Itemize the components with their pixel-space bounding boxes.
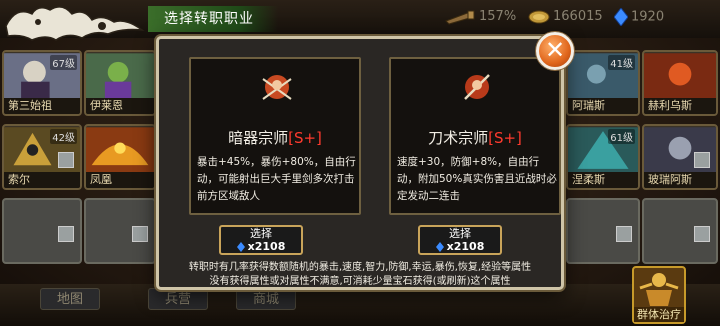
- job-rank: [S+]: [488, 129, 522, 147]
- hero-level: 42级: [50, 129, 77, 144]
- resource-gold: 166015: [528, 8, 603, 26]
- hero-card[interactable]: 41级 阿瑞斯: [566, 50, 640, 116]
- hero-card[interactable]: 61级 涅柔斯: [566, 124, 640, 190]
- job-title: 暗器宗师[S+]: [191, 127, 359, 148]
- resource-value: 1920: [631, 9, 665, 25]
- blue-gem-icon: [236, 242, 245, 252]
- telescope-icon: [445, 10, 475, 25]
- nav-barracks-button[interactable]: 兵营: [148, 288, 208, 310]
- hero-name: 索尔: [4, 172, 80, 188]
- equip-slot-icon: [694, 152, 710, 168]
- select-job-button[interactable]: 选择 x2108: [219, 225, 303, 255]
- job-change-note: 转职时有几率获得数额随机的暴击,速度,智力,防御,幸运,暴伤,恢复,经验等属性 …: [159, 261, 561, 289]
- page-title: 选择转职职业: [148, 6, 278, 32]
- resource-value: 166015: [553, 9, 603, 24]
- heal-totem-icon: [639, 273, 679, 306]
- group-heal-label: 群体治疗: [634, 307, 684, 322]
- empty-slot-icon: [616, 226, 632, 242]
- hero-card[interactable]: 伊莱恩: [84, 50, 156, 116]
- job-name: 刀术宗师: [428, 129, 489, 147]
- empty-hero-slot[interactable]: [642, 198, 718, 264]
- empty-hero-slot[interactable]: [2, 198, 82, 264]
- hero-card[interactable]: 赫利乌斯: [642, 50, 718, 116]
- job-change-dialog: 暗器宗师[S+] 暴击+45%，暴伤+80%，自由行动，可能射出巨大手里剑多次打…: [156, 36, 564, 290]
- empty-slot-icon: [58, 226, 74, 242]
- resource-telescope: 157%: [444, 8, 516, 26]
- top-bar: 选择转职职业 157% 166015 1920: [0, 0, 720, 41]
- dragon-emblem-icon: [5, 6, 145, 41]
- select-job-button[interactable]: 选择 x2108: [418, 225, 502, 255]
- job-card: 暗器宗师[S+] 暴击+45%，暴伤+80%，自由行动，可能射出巨大手里剑多次打…: [189, 57, 361, 215]
- bottom-nav: 地图 兵营 商城: [0, 284, 720, 326]
- job-portrait-icon: [262, 75, 292, 100]
- hero-name: 玻瑞阿斯: [644, 172, 716, 188]
- group-heal-button[interactable]: 群体治疗: [632, 266, 686, 324]
- hero-name: 凤凰: [86, 172, 154, 188]
- nav-map-button[interactable]: 地图: [40, 288, 100, 310]
- job-title: 刀术宗师[S+]: [391, 127, 559, 148]
- empty-hero-slot[interactable]: [84, 198, 156, 264]
- job-portrait-icon: [464, 74, 490, 100]
- cost-value: x2108: [247, 240, 286, 253]
- empty-slot-icon: [694, 226, 710, 242]
- hero-card[interactable]: 67级 第三始祖: [2, 50, 82, 116]
- hero-name: 伊莱恩: [86, 98, 154, 114]
- hero-name: 阿瑞斯: [568, 98, 638, 114]
- job-card: 刀术宗师[S+] 速度+30，防御+8%，自由行动，附加50%真实伤害且近战时必…: [389, 57, 561, 215]
- hero-card[interactable]: 玻瑞阿斯: [642, 124, 718, 190]
- note-line: 转职时有几率获得数额随机的暴击,速度,智力,防御,幸运,暴伤,恢复,经验等属性: [188, 262, 532, 273]
- select-cost: x2108: [420, 240, 500, 254]
- select-cost: x2108: [221, 240, 301, 254]
- hero-name: 赫利乌斯: [644, 98, 716, 114]
- empty-slot-icon: [132, 226, 148, 242]
- cost-value: x2108: [446, 240, 485, 253]
- hero-portrait: [86, 53, 154, 99]
- close-dialog-button[interactable]: ✕: [536, 32, 574, 70]
- job-rank: [S+]: [288, 129, 322, 147]
- resource-value: 157%: [479, 9, 517, 24]
- empty-hero-slot[interactable]: [566, 198, 640, 264]
- close-icon: ✕: [544, 36, 566, 64]
- hero-level: 41级: [608, 55, 635, 70]
- game-screen: { "header": { "title": "选择转职职业", "resour…: [0, 0, 720, 326]
- hero-level: 61级: [608, 129, 635, 144]
- hero-level: 67级: [50, 55, 77, 70]
- blue-gem-icon: [614, 8, 628, 26]
- equip-slot-icon: [58, 152, 74, 168]
- hero-name: 第三始祖: [4, 98, 80, 114]
- hero-portrait: [644, 53, 716, 99]
- job-description: 暴击+45%，暴伤+80%，自由行动，可能射出巨大手里剑多次打击前方区域敌人: [197, 156, 356, 202]
- hero-name: 涅柔斯: [568, 172, 638, 188]
- gold-coin-icon: [528, 10, 550, 23]
- hero-card[interactable]: 42级 索尔: [2, 124, 82, 190]
- hero-card[interactable]: 凤凰: [84, 124, 156, 190]
- hero-portrait: [86, 127, 154, 173]
- job-name: 暗器宗师: [228, 129, 289, 147]
- blue-gem-icon: [435, 242, 444, 252]
- select-label: 选择: [449, 227, 471, 240]
- select-label: 选择: [250, 227, 272, 240]
- resource-gem: 1920: [614, 8, 664, 26]
- job-description: 速度+30，防御+8%，自由行动，附加50%真实伤害且近战时必定发动二连击: [397, 156, 557, 202]
- note-line: 没有获得属性或对属性不满意,可消耗少量宝石获得(或刷新)这个属性: [209, 276, 511, 287]
- nav-shop-button[interactable]: 商城: [236, 288, 296, 310]
